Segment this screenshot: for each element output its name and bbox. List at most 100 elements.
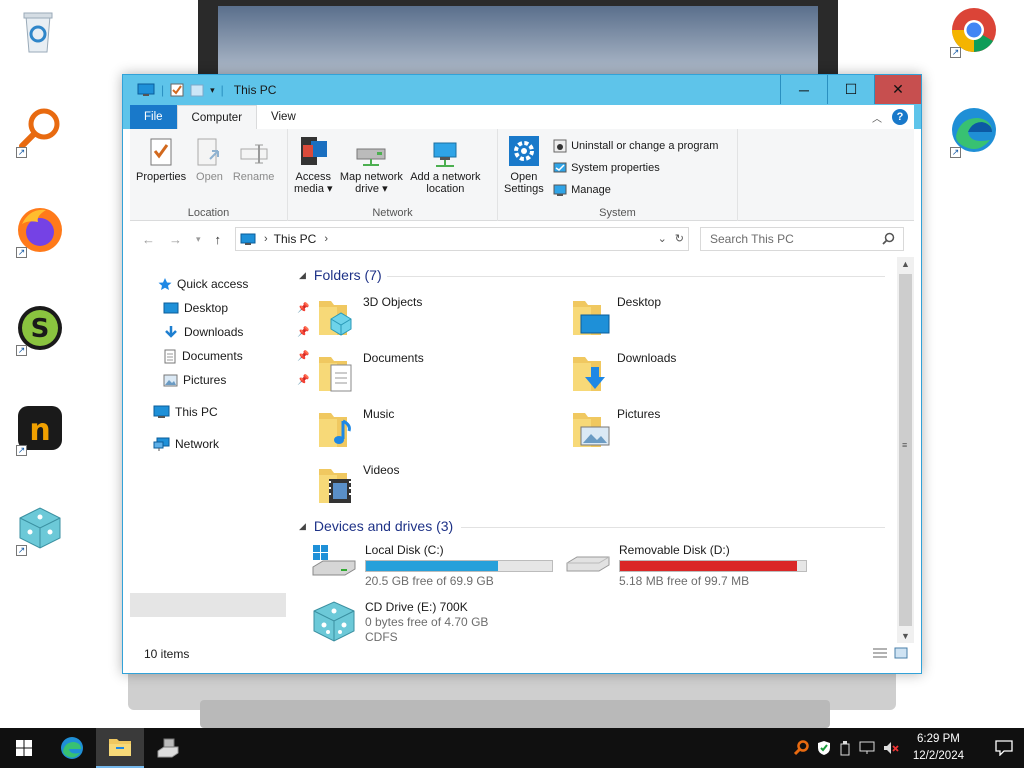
folder-pictures[interactable]: Pictures <box>571 407 660 449</box>
title-bar[interactable]: | ▾ | This PC ─ ☐ ✕ <box>123 75 921 105</box>
address-dropdown-icon[interactable]: ⌄ <box>658 232 667 245</box>
details-view-icon[interactable] <box>872 647 888 659</box>
drive-d[interactable]: Removable Disk (D:) 5.18 MB free of 99.7… <box>565 543 807 589</box>
nav-item-downloads[interactable]: Downloads 📌 <box>163 321 315 343</box>
status-bar: 10 items <box>130 643 914 665</box>
address-bar[interactable]: › This PC › ⌄ ↻ <box>235 227 689 251</box>
drive-c[interactable]: Local Disk (C:) 20.5 GB free of 69.9 GB <box>311 543 553 589</box>
volume-muted-icon[interactable] <box>883 741 899 755</box>
breadcrumb-separator-icon[interactable]: › <box>324 233 328 245</box>
open-button[interactable]: Open <box>193 133 225 183</box>
ribbon-group-location-label: Location <box>187 207 230 219</box>
breadcrumb-separator-icon[interactable]: › <box>264 233 268 245</box>
back-arrow-icon[interactable]: ← <box>142 232 155 247</box>
videos-folder-icon <box>319 469 351 503</box>
search-app-shortcut-icon[interactable]: ↗ <box>16 106 64 158</box>
access-media-button[interactable]: Access media ▾ <box>294 133 333 195</box>
notifications-button[interactable] <box>984 740 1024 756</box>
recent-locations-icon[interactable]: ▾ <box>196 234 201 245</box>
help-icon[interactable]: ? <box>892 109 908 125</box>
properties-button[interactable]: Properties <box>136 133 186 183</box>
cd-drive-dice-icon <box>313 601 355 642</box>
folder-documents[interactable]: Documents <box>317 351 424 393</box>
n-app-shortcut-icon[interactable]: n ↗ <box>16 404 64 456</box>
recycle-bin-icon[interactable] <box>16 8 64 56</box>
clock[interactable]: 6:29 PM 12/2/2024 <box>913 731 964 765</box>
nav-item-documents[interactable]: Documents 📌 <box>163 345 315 367</box>
minimize-button[interactable]: ─ <box>780 75 827 104</box>
drive-app-icon <box>157 738 179 758</box>
forward-arrow-icon[interactable]: → <box>169 232 182 247</box>
access-media-icon <box>301 137 328 165</box>
taskbar-edge[interactable] <box>48 728 96 768</box>
scrollbar-thumb[interactable] <box>899 274 912 626</box>
refresh-icon[interactable]: ↻ <box>675 232 684 245</box>
nav-item-this-pc[interactable]: This PC <box>153 401 218 423</box>
search-tray-icon[interactable] <box>793 740 809 756</box>
tab-view[interactable]: View <box>257 105 310 129</box>
uninstall-icon <box>553 139 567 153</box>
folder-videos[interactable]: Videos <box>317 463 399 505</box>
large-icons-view-icon[interactable] <box>894 647 908 659</box>
pictures-folder-icon <box>573 413 610 447</box>
settings-gear-icon <box>508 136 539 166</box>
nav-item-network[interactable]: Network <box>153 433 219 455</box>
removable-drive-icon <box>566 556 610 572</box>
dice-app-shortcut-icon[interactable]: ↗ <box>16 504 64 556</box>
content-pane: ◢ Folders (7) 3D Objects Desktop Documen… <box>295 261 895 651</box>
vertical-scrollbar[interactable]: ▲ ≡ ▼ <box>897 257 914 643</box>
notification-icon <box>995 740 1013 756</box>
collapse-arrow-icon[interactable]: ◢ <box>299 270 306 281</box>
ribbon: Properties Open Rename Location Access m… <box>130 129 914 221</box>
close-button[interactable]: ✕ <box>874 75 921 104</box>
nav-item-desktop[interactable]: Desktop 📌 <box>163 297 315 319</box>
devices-section-header[interactable]: ◢ Devices and drives (3) <box>299 518 453 534</box>
map-network-drive-button[interactable]: Map network drive ▾ <box>340 133 403 195</box>
breadcrumb[interactable]: This PC <box>274 232 317 246</box>
folder-downloads[interactable]: Downloads <box>571 351 676 393</box>
collapse-arrow-icon[interactable]: ◢ <box>299 521 306 532</box>
chrome-shortcut-icon[interactable]: ↗ <box>950 6 998 58</box>
system-properties-button[interactable]: System properties <box>553 159 718 177</box>
nav-item-pictures[interactable]: Pictures 📌 <box>163 369 315 391</box>
firefox-shortcut-icon[interactable]: ↗ <box>16 206 64 258</box>
add-network-location-button[interactable]: Add a network location <box>410 133 481 195</box>
svg-text:S: S <box>31 314 50 344</box>
taskbar-app[interactable] <box>144 728 192 768</box>
rename-icon <box>240 144 268 164</box>
folder-3d-objects[interactable]: 3D Objects <box>317 295 422 337</box>
rename-button[interactable]: Rename <box>233 133 274 183</box>
qat-customize-icon[interactable]: ▾ <box>210 85 215 96</box>
folders-section-header[interactable]: ◢ Folders (7) <box>299 267 382 283</box>
maximize-button[interactable]: ☐ <box>827 75 874 104</box>
properties-qat-icon[interactable] <box>170 83 184 97</box>
security-shield-icon[interactable] <box>817 740 831 756</box>
tab-computer[interactable]: Computer <box>176 105 258 129</box>
folder-music[interactable]: Music <box>317 407 394 449</box>
up-arrow-icon[interactable]: ↑ <box>215 232 222 247</box>
system-tray: 6:29 PM 12/2/2024 <box>793 728 1024 768</box>
start-button[interactable] <box>0 728 48 768</box>
clock-date: 12/2/2024 <box>912 750 964 762</box>
search-input[interactable]: Search This PC <box>700 227 904 251</box>
manage-button[interactable]: Manage <box>553 181 718 199</box>
scroll-down-arrow-icon[interactable]: ▼ <box>897 631 914 641</box>
drive-e-name: CD Drive (E:) 700K <box>365 600 468 614</box>
open-settings-button[interactable]: Open Settings <box>504 133 544 195</box>
collapse-ribbon-icon[interactable]: ︿ <box>872 110 882 125</box>
uninstall-program-button[interactable]: Uninstall or change a program <box>553 137 718 155</box>
new-folder-qat-icon[interactable] <box>190 83 204 97</box>
folder-desktop[interactable]: Desktop <box>571 295 661 337</box>
tab-file[interactable]: File <box>130 105 177 129</box>
usb-device-icon[interactable] <box>839 740 851 756</box>
drive-e[interactable]: CD Drive (E:) 700K 0 bytes free of 4.70 … <box>311 599 488 645</box>
s-app-shortcut-icon[interactable]: S ↗ <box>16 304 64 356</box>
nav-item-quick-access[interactable]: Quick access <box>158 273 248 295</box>
taskbar-file-explorer[interactable] <box>96 728 144 768</box>
network-tray-icon[interactable] <box>859 741 875 755</box>
scroll-up-arrow-icon[interactable]: ▲ <box>897 259 914 269</box>
window-title: This PC <box>233 83 277 97</box>
map-network-drive-icon <box>356 148 386 166</box>
edge-shortcut-icon[interactable]: ↗ <box>950 106 998 158</box>
section-divider <box>387 276 885 277</box>
